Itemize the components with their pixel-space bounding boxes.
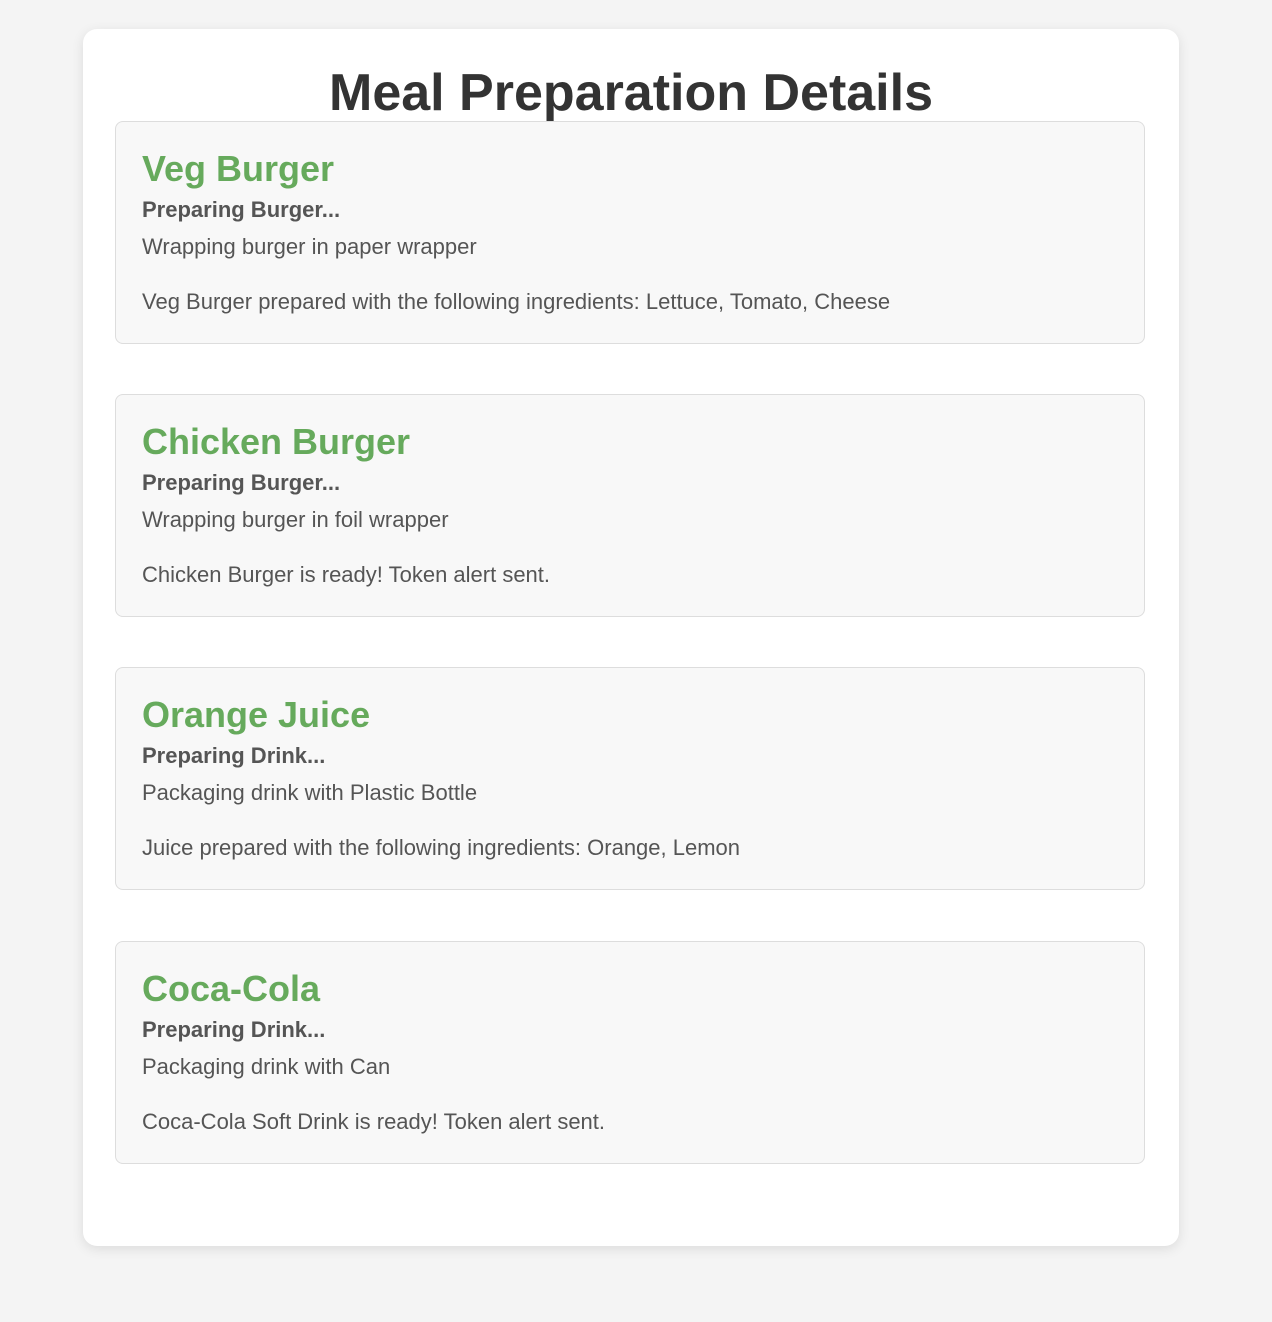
preparation-result: Chicken Burger is ready! Token alert sen… — [142, 562, 551, 587]
preparation-result: Coca-Cola Soft Drink is ready! Token ale… — [142, 1109, 606, 1134]
meal-item-title: Chicken Burger — [142, 421, 411, 462]
page-title: Meal Preparation Details — [329, 64, 933, 122]
preparation-step: Packaging drink with Can — [142, 1054, 391, 1079]
meal-item-title: Veg Burger — [142, 148, 335, 189]
preparation-step: Packaging drink with Plastic Bottle — [142, 780, 478, 805]
meal-card-coca-cola: Coca-Cola Preparing Drink... Packaging d… — [115, 941, 1145, 1164]
meal-card-orange-juice: Orange Juice Preparing Drink... Packagin… — [115, 667, 1145, 890]
preparation-status: Preparing Burger... — [142, 197, 341, 222]
meal-card-chicken-burger: Chicken Burger Preparing Burger... Wrapp… — [115, 394, 1145, 617]
preparation-status: Preparing Burger... — [142, 470, 341, 495]
preparation-step: Wrapping burger in foil wrapper — [142, 507, 449, 532]
meal-card-veg-burger: Veg Burger Preparing Burger... Wrapping … — [115, 121, 1145, 344]
preparation-step: Wrapping burger in paper wrapper — [142, 234, 477, 259]
preparation-status: Preparing Drink... — [142, 743, 326, 768]
preparation-status: Preparing Drink... — [142, 1017, 326, 1042]
meal-preparation-panel: Meal Preparation Details Veg Burger Prep… — [83, 29, 1179, 1246]
preparation-result: Juice prepared with the following ingred… — [142, 835, 741, 860]
meal-item-title: Orange Juice — [142, 694, 371, 735]
preparation-result: Veg Burger prepared with the following i… — [142, 289, 891, 314]
meal-item-title: Coca-Cola — [142, 968, 321, 1009]
